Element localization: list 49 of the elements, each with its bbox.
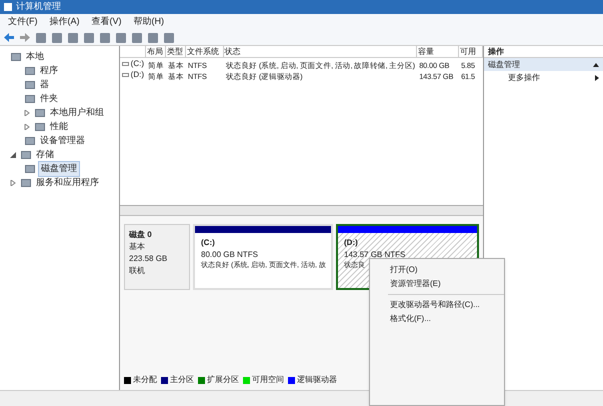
expand-arrow-icon[interactable]	[24, 124, 30, 130]
collapse-arrow-icon[interactable]	[10, 152, 16, 158]
context-menu-item[interactable]: 格式化(F)...	[388, 312, 504, 326]
disk-size: 223.58 GB	[129, 253, 168, 265]
tree-item[interactable]: 设备管理器	[38, 134, 87, 148]
menu-item[interactable]: 文件(F)	[8, 15, 38, 29]
column-header[interactable]: 文件系统	[186, 46, 224, 57]
table-cell: (C:)	[130, 58, 144, 70]
column-header[interactable]: 可用	[459, 46, 483, 57]
partition-size: 80.00 GB NTFS	[201, 249, 259, 261]
column-header[interactable]: 布局	[146, 46, 166, 57]
column-header[interactable]: 状态	[224, 46, 418, 57]
disk-type: 基本	[129, 241, 146, 253]
tree-item[interactable]: 存储	[34, 148, 56, 162]
tree-item[interactable]: 件夹	[38, 92, 60, 106]
column-header[interactable]: 类型	[166, 46, 186, 57]
expand-arrow-icon[interactable]	[24, 110, 30, 116]
legend-label: 逻辑驱动器	[297, 374, 337, 386]
partition-label: (D:)	[344, 237, 359, 249]
tree-item[interactable]: 器	[38, 78, 51, 92]
legend-label: 扩展分区	[207, 374, 239, 386]
tree-item[interactable]: 性能	[48, 120, 70, 134]
expand-arrow-icon[interactable]	[10, 180, 16, 186]
tree-item[interactable]: 磁盘管理	[38, 161, 80, 177]
back-icon[interactable]	[4, 33, 14, 42]
tree-item[interactable]: 程序	[38, 64, 60, 78]
legend-label: 主分区	[170, 374, 194, 386]
menu-item[interactable]: 查看(V)	[92, 15, 122, 29]
forward-icon[interactable]	[20, 33, 30, 42]
column-header[interactable]: 容量	[417, 46, 460, 57]
table-cell: (D:)	[130, 68, 144, 80]
legend-label: 可用空间	[252, 374, 284, 386]
actions-section-header[interactable]: 磁盘管理	[484, 58, 603, 71]
tree-item[interactable]: 服务和应用程序	[34, 176, 101, 190]
menu-item[interactable]: 帮助(H)	[134, 15, 164, 29]
disk-status: 联机	[129, 265, 146, 277]
context-menu-item[interactable]: 更改驱动器号和路径(C)...	[388, 298, 504, 312]
legend-label: 未分配	[133, 374, 157, 386]
partition-size: 143.57 GB NTFS	[344, 249, 406, 261]
menu-item[interactable]: 操作(A)	[50, 15, 80, 29]
partition-label: (C:)	[201, 237, 216, 249]
tree-item[interactable]: 本地用户和组	[48, 106, 106, 120]
window-title: 计算机管理	[16, 0, 61, 14]
disk-name: 磁盘 0	[129, 229, 153, 241]
submenu-arrow-icon	[595, 74, 599, 80]
collapse-icon[interactable]	[593, 62, 599, 66]
action-link[interactable]: 更多操作	[484, 71, 603, 84]
tree-item[interactable]: 本地	[24, 50, 46, 64]
horizontal-scrollbar[interactable]	[120, 206, 483, 216]
